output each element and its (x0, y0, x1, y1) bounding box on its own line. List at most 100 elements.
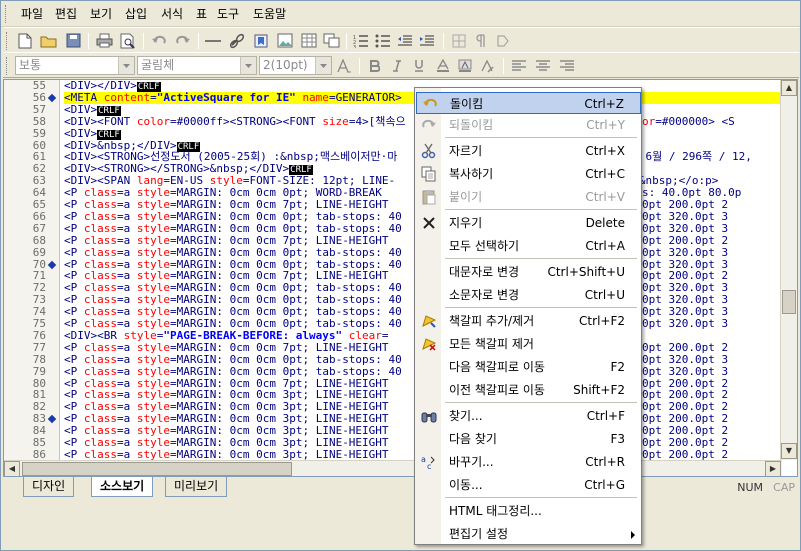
insert-bookmark-icon[interactable] (251, 31, 271, 50)
insert-layer-icon[interactable] (321, 31, 341, 50)
menu-format[interactable]: 서식 (161, 6, 183, 22)
vertical-scrollbar[interactable]: ▲ ▼ (780, 80, 797, 460)
menu-separator (445, 258, 637, 259)
context-menu-item[interactable]: 책갈피 추가/제거 Ctrl+F2 (416, 310, 641, 332)
align-left-icon[interactable] (509, 56, 529, 75)
replace-icon: ac (421, 454, 437, 471)
underline-icon[interactable] (409, 56, 429, 75)
context-menu-item-shortcut: F3 (610, 432, 625, 446)
scroll-right-button[interactable]: ▶ (765, 461, 781, 476)
context-menu-item[interactable]: 이전 책갈피로 이동 Shift+F2 (416, 379, 641, 401)
insert-image-icon[interactable] (275, 31, 295, 50)
table-grid-icon[interactable] (449, 31, 469, 50)
frame-icon[interactable] (493, 31, 513, 50)
font-size-adjust-icon[interactable] (334, 56, 354, 75)
insert-link-icon[interactable] (227, 31, 247, 50)
context-menu-item[interactable]: 다음 찾기 F3 (416, 428, 641, 450)
context-menu-item[interactable]: 이동... Ctrl+G (416, 474, 641, 496)
toolbar-grip[interactable] (6, 32, 9, 50)
new-file-icon[interactable] (15, 31, 35, 50)
menu-tools[interactable]: 도구 (217, 6, 239, 22)
context-menu-item-label: 모든 책갈피 제거 (449, 337, 534, 351)
undo-toolbar-icon[interactable] (149, 31, 169, 50)
context-menu-item[interactable]: 되돌이킴 Ctrl+Y (416, 114, 641, 136)
context-menu-item[interactable]: 자르기 Ctrl+X (416, 140, 641, 162)
context-menu-item-shortcut: Ctrl+Shift+U (547, 265, 625, 279)
code-line[interactable]: <P class=a style=MARGIN: 0cm 0cm 3pt; LI… (64, 449, 389, 461)
tab-source-label: 소스보기 (100, 479, 145, 493)
chevron-down-icon[interactable] (240, 57, 256, 74)
bookmark-marker-icon[interactable] (47, 93, 57, 103)
scroll-up-button[interactable]: ▲ (781, 80, 797, 96)
context-menu-item[interactable]: 찾기... Ctrl+F (416, 405, 641, 427)
align-center-icon[interactable] (533, 56, 553, 75)
paragraph-style-select[interactable]: 보통 (15, 56, 135, 75)
horizontal-scroll-thumb[interactable] (22, 462, 292, 476)
vertical-scroll-thumb[interactable] (782, 290, 796, 314)
context-menu-item[interactable]: 소문자로 변경 Ctrl+U (416, 284, 641, 306)
print-preview-icon[interactable] (118, 31, 138, 50)
context-menu-item[interactable]: 복사하기 Ctrl+C (416, 163, 641, 185)
context-menu-item[interactable]: 대문자로 변경 Ctrl+Shift+U (416, 261, 641, 283)
menu-help[interactable]: 도움말 (253, 6, 286, 22)
menubar-grip[interactable] (5, 5, 8, 23)
outdent-icon[interactable] (395, 31, 415, 50)
context-menu-item[interactable]: a c 바꾸기... Ctrl+R (416, 451, 641, 473)
scroll-down-button[interactable]: ▼ (781, 443, 797, 459)
toolbar-separator (503, 58, 504, 74)
context-menu-item[interactable]: 붙이기 Ctrl+V (416, 186, 641, 208)
context-menu-item[interactable]: 지우기 Delete (416, 212, 641, 234)
toolbar-separator (359, 58, 360, 74)
menu-view[interactable]: 보기 (90, 6, 112, 22)
indent-icon[interactable] (417, 31, 437, 50)
redo-toolbar-icon[interactable] (173, 31, 193, 50)
context-menu-item[interactable]: 모두 선택하기 Ctrl+A (416, 235, 641, 257)
menu-file[interactable]: 파일 (21, 6, 43, 22)
bookmark-marker-icon[interactable] (47, 260, 57, 270)
bullet-list-icon[interactable] (373, 31, 393, 50)
bold-icon[interactable] (365, 56, 385, 75)
chevron-down-icon[interactable] (315, 57, 331, 74)
horizontal-scrollbar[interactable]: ◀ ▶ (4, 460, 782, 476)
font-color-icon[interactable] (433, 56, 453, 75)
context-menu-item-label: 찾기... (449, 409, 483, 423)
toolbar-grip[interactable] (6, 57, 9, 75)
scroll-left-button[interactable]: ◀ (4, 461, 20, 476)
clear-format-icon[interactable] (477, 56, 497, 75)
font-size-select[interactable]: 2(10pt) (259, 56, 332, 75)
numbered-list-icon[interactable]: 123 (351, 31, 371, 50)
menu-table[interactable]: 표 (196, 6, 207, 22)
chevron-down-icon[interactable] (118, 57, 134, 74)
bookmark-marker-icon[interactable] (47, 414, 57, 424)
context-menu-item[interactable]: 편집기 설정 (416, 523, 641, 545)
bookmark-clear-icon (421, 336, 437, 352)
menu-insert[interactable]: 삽입 (125, 6, 147, 22)
scissors-icon (421, 143, 437, 159)
context-menu-item-label: 편집기 설정 (449, 527, 509, 541)
menu-edit[interactable]: 편집 (55, 6, 77, 22)
align-right-icon[interactable] (557, 56, 577, 75)
editor-window: 파일 편집 보기 삽입 서식 표 도구 도움말 1 2 3 보통 굴림체 2(1… (0, 0, 801, 551)
context-menu-item[interactable]: 다음 책갈피로 이동 F2 (416, 356, 641, 378)
highlight-color-icon[interactable] (455, 56, 475, 75)
context-menu-item-shortcut: Ctrl+F2 (579, 314, 625, 328)
paragraph-style-value: 보통 (19, 58, 42, 72)
context-menu-item[interactable]: 돌이킴 Ctrl+Z (416, 92, 641, 114)
save-icon[interactable] (63, 31, 83, 50)
code-line[interactable]: <DIV><FONT color=#0000ff><STRONG><FONT s… (64, 116, 406, 128)
open-folder-icon[interactable] (39, 31, 59, 50)
context-menu-item[interactable]: HTML 태그정리... (416, 500, 641, 522)
print-icon[interactable] (94, 31, 114, 50)
context-menu-item-label: 이동... (449, 478, 483, 492)
toolbar-separator (198, 33, 199, 49)
svg-text:a: a (421, 455, 426, 464)
tab-source[interactable]: 소스보기 (91, 477, 154, 497)
font-family-select[interactable]: 굴림체 (137, 56, 257, 75)
context-menu-item[interactable]: 모든 책갈피 제거 (416, 333, 641, 355)
horizontal-rule-icon[interactable] (203, 31, 223, 50)
submenu-arrow-icon (631, 531, 635, 539)
source-editor[interactable]: 55 56 57 58 59 60 61 62 63 64 65 66 67 68 69 70 71 72 73 74… (3, 79, 798, 477)
insert-table-icon[interactable] (299, 31, 319, 50)
paragraph-mark-icon[interactable] (471, 31, 491, 50)
italic-icon[interactable] (387, 56, 407, 75)
